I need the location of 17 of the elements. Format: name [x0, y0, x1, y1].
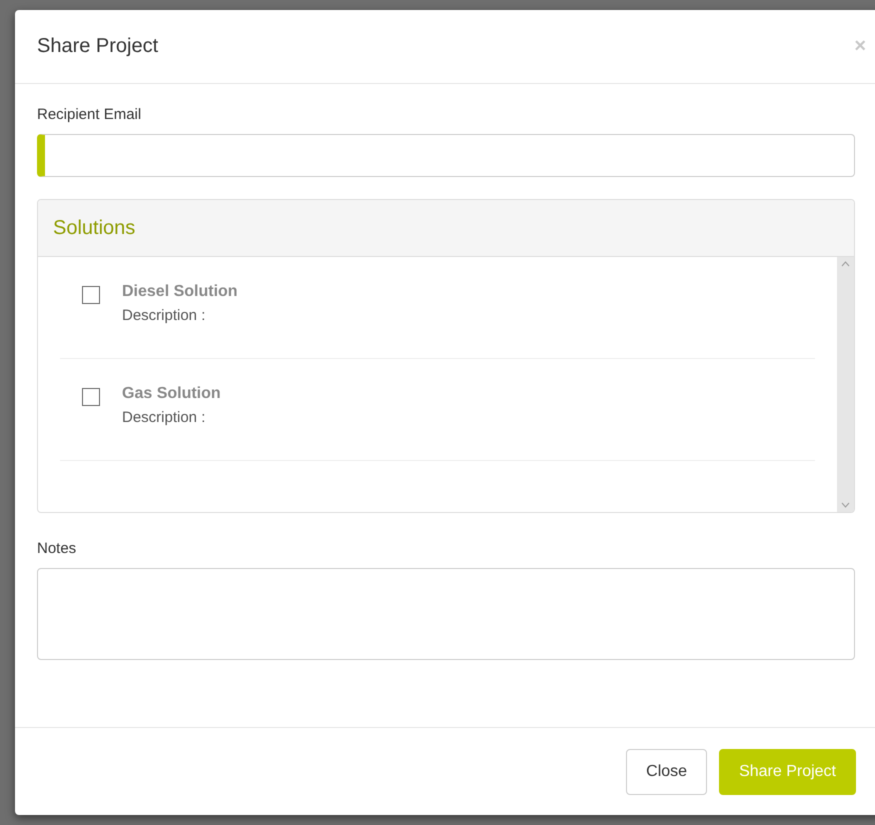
scroll-down-icon[interactable]: [841, 502, 850, 508]
solution-name: Gas Solution: [122, 385, 221, 403]
checkbox[interactable]: [82, 286, 100, 304]
dialog-title: Share Project: [37, 35, 158, 58]
checkbox[interactable]: [82, 388, 100, 406]
notes-field[interactable]: [37, 568, 855, 660]
scroll-up-icon[interactable]: [841, 261, 850, 267]
solution-name: Diesel Solution: [122, 283, 238, 301]
share-button[interactable]: Share Project: [719, 748, 856, 794]
field-label: Notes: [37, 540, 76, 557]
panel-title: Solutions: [53, 216, 136, 240]
field-label: Recipient Email: [37, 106, 142, 123]
description-label: Description :: [122, 409, 206, 426]
description-label: Description :: [122, 307, 206, 324]
close-button[interactable]: Close: [626, 748, 708, 794]
email-field[interactable]: [37, 134, 855, 177]
scrollbar[interactable]: [837, 257, 854, 512]
